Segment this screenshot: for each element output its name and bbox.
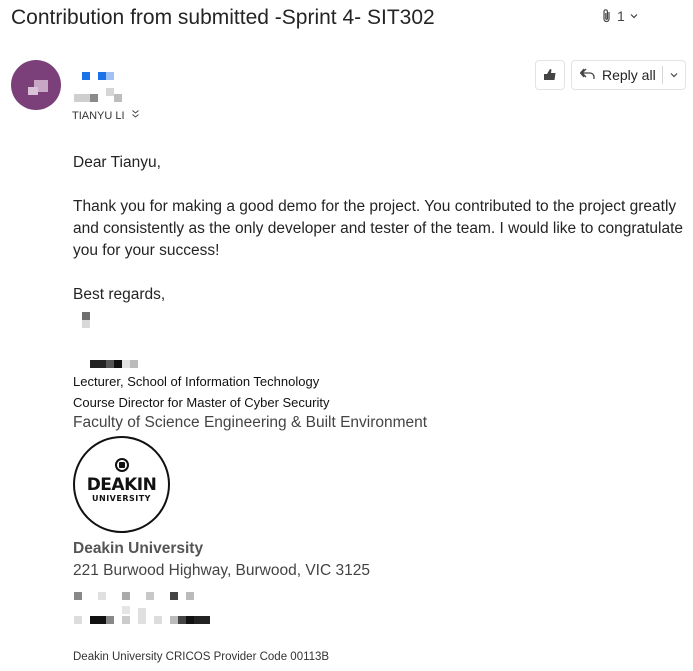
double-chevron-down-icon <box>131 109 140 122</box>
redacted-phone <box>74 592 196 600</box>
redacted-sender-name <box>82 72 114 80</box>
signature-title: Lecturer, School of Information Technolo… <box>73 374 320 389</box>
thumbs-up-icon <box>542 66 558 85</box>
chevron-down-icon <box>629 11 639 21</box>
redacted-email-address <box>74 606 212 624</box>
reply-all-button[interactable]: Reply all <box>571 60 686 90</box>
email-subject: Contribution from submitted -Sprint 4- S… <box>11 6 435 29</box>
signature-role: Course Director for Master of Cyber Secu… <box>73 395 330 410</box>
attachment-count: 1 <box>617 8 625 24</box>
email-closing: Best regards, <box>73 286 166 303</box>
cricos-code: Deakin University CRICOS Provider Code 0… <box>73 651 330 663</box>
reply-all-label: Reply all <box>602 67 656 83</box>
button-divider <box>661 66 663 84</box>
chevron-down-icon[interactable] <box>669 67 679 83</box>
email-body-paragraph: Thank you for making a good demo for the… <box>73 198 684 259</box>
redacted-signer-name <box>90 360 138 368</box>
attachment-dropdown[interactable]: 1 <box>601 8 639 24</box>
crest-icon <box>114 458 129 472</box>
message-actions: Reply all <box>535 60 686 90</box>
email-greeting: Dear Tianyu, <box>73 154 161 171</box>
signature-address: 221 Burwood Highway, Burwood, VIC 3125 <box>73 562 370 579</box>
paperclip-icon <box>601 8 613 24</box>
reply-all-icon <box>579 66 596 85</box>
like-button[interactable] <box>535 60 565 90</box>
redacted-sender-email <box>74 88 124 104</box>
redacted-signer-initial <box>82 312 90 328</box>
signature-faculty: Faculty of Science Engineering & Built E… <box>73 414 428 431</box>
recipient-name: TIANYU LI <box>72 109 125 122</box>
logo-subtitle: UNIVERSITY <box>92 494 151 503</box>
sender-avatar[interactable] <box>11 60 61 110</box>
deakin-university-logo: DEAKIN UNIVERSITY <box>73 436 170 533</box>
signature-university: Deakin University <box>73 540 204 557</box>
logo-wordmark: DEAKIN <box>86 475 157 495</box>
recipient-line[interactable]: TIANYU LI <box>72 109 140 122</box>
